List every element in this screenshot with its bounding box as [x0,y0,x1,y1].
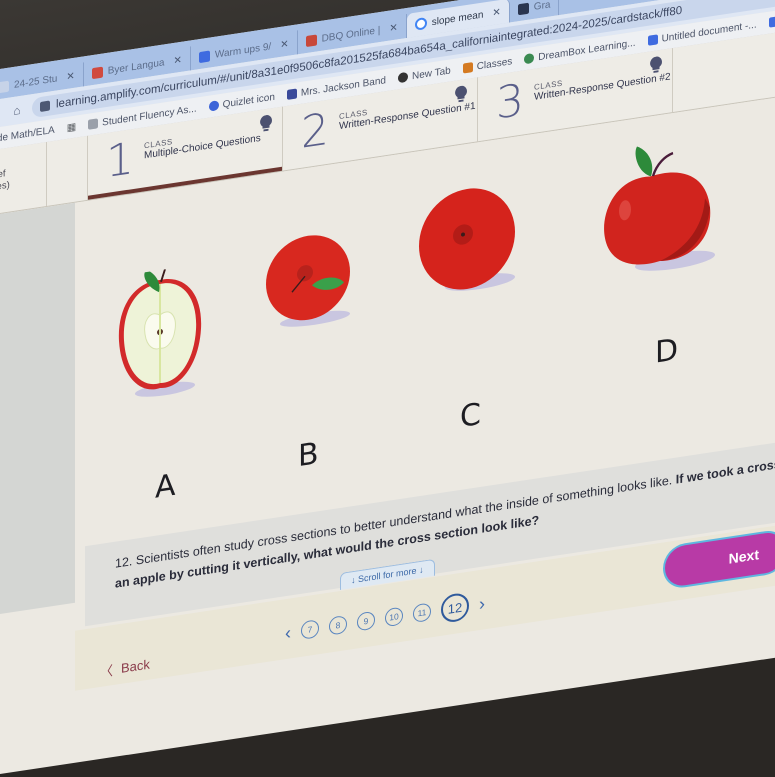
amplify-icon [517,2,529,15]
apple-top-view-image [266,235,350,327]
site-info-icon[interactable] [40,100,50,112]
option-a[interactable]: A [115,260,225,537]
option-d[interactable]: D [595,124,735,465]
google-icon [414,16,427,31]
apps-bookmark[interactable]: ▦ [67,121,76,133]
doc-icon [0,80,9,93]
apps-grid-icon: ▦ [66,121,77,134]
classroom-icon [462,62,473,74]
whole-apple-image [604,146,715,271]
lightbulb-icon [455,85,467,103]
dreambox-icon [524,52,535,65]
page-11[interactable]: 11 [413,602,431,624]
bookmark-new-tab[interactable]: New Tab [397,65,451,84]
classroom-icon [91,66,103,79]
back-button[interactable]: 〈 Back [100,655,150,681]
home-icon[interactable]: ⌂ [10,102,24,118]
calendar-icon [286,88,297,100]
side-panel [0,202,75,617]
page-12-current[interactable]: 12 [441,591,469,624]
browser-window: 24-25 Stu ✕ Byer Langua ✕ Warm ups 9/ ✕ … [0,0,775,777]
quizlet-icon [208,100,219,112]
google-docs-icon [768,16,775,28]
close-tab-icon[interactable]: ✕ [280,38,288,50]
pager-prev-icon[interactable]: ‹ [285,622,291,644]
google-docs-icon [647,34,658,46]
page-8[interactable]: 8 [329,614,347,636]
globe-icon [397,71,408,84]
close-tab-icon[interactable]: ✕ [492,6,500,18]
next-button[interactable]: Next [665,530,775,589]
apple-cross-section-image [118,269,202,397]
lightbulb-icon [650,56,662,73]
bookmark-google-doc[interactable]: Googl [768,11,775,28]
close-tab-icon[interactable]: ✕ [66,70,74,82]
option-c[interactable]: C [415,174,535,492]
brief-tab[interactable]: Brief (ibes) [0,141,47,216]
bookmark-classes[interactable]: Classes [462,56,512,74]
page-7[interactable]: 7 [301,619,319,640]
page-10[interactable]: 10 [385,606,403,628]
google-docs-icon [198,50,210,63]
pager-next-icon[interactable]: › [479,593,485,615]
reload-icon[interactable]: ↻ [0,106,2,122]
apple-bottom-view-image [419,188,515,291]
close-tab-icon[interactable]: ✕ [173,54,181,66]
chevron-left-icon: 〈 [100,663,114,680]
page-icon [88,118,99,130]
lightbulb-icon [260,115,272,132]
dbq-icon [305,34,317,47]
question-pager: ‹ 7 8 9 10 11 12 › [285,589,485,647]
option-b[interactable]: B [260,219,370,516]
close-tab-icon[interactable]: ✕ [389,22,397,34]
